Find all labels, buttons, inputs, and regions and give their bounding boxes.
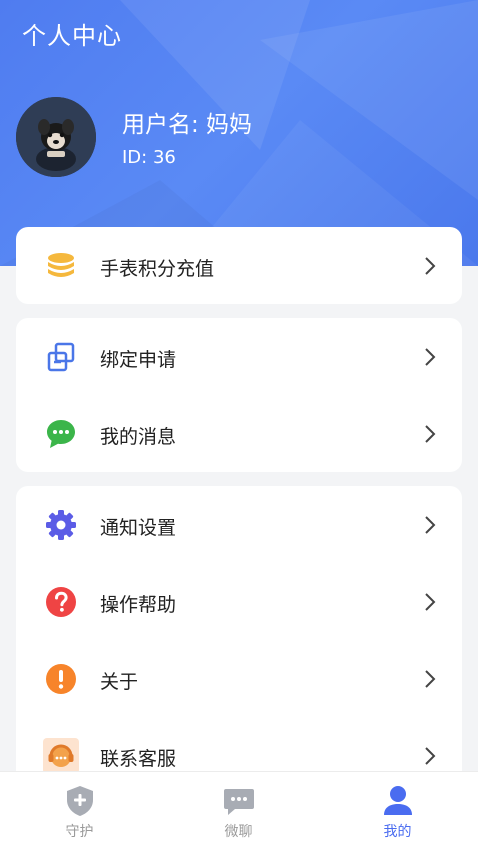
username: 用户名: 妈妈 xyxy=(122,112,253,138)
menu-item-label: 我的消息 xyxy=(100,426,177,448)
menu-item-label: 手表积分充值 xyxy=(100,258,215,280)
settings-card: 通知设置 操作帮助 关于 联系客服 xyxy=(16,486,462,786)
exclamation-icon xyxy=(46,664,76,694)
chevron-right-icon xyxy=(425,348,436,366)
recharge-card: 手表积分充值 xyxy=(16,227,462,304)
menu-item-label: 通知设置 xyxy=(100,517,177,539)
menu-item-about[interactable]: 关于 xyxy=(16,640,462,717)
menu-item-notify[interactable]: 通知设置 xyxy=(16,486,462,563)
chevron-right-icon xyxy=(425,257,436,275)
bottom-tab-bar: 守护 微聊 我的 xyxy=(0,771,478,850)
shield-plus-icon xyxy=(67,786,93,816)
tab-label: 我的 xyxy=(383,824,412,840)
chevron-right-icon xyxy=(425,516,436,534)
menu-item-recharge[interactable]: 手表积分充值 xyxy=(16,227,462,304)
tab-label: 微聊 xyxy=(224,824,253,840)
question-icon xyxy=(46,587,76,617)
page-title: 个人中心 xyxy=(22,22,122,50)
headset-icon xyxy=(43,738,79,774)
chat-bubble-icon xyxy=(47,420,75,448)
tab-chat[interactable]: 微聊 xyxy=(159,772,318,850)
coin-stack-icon xyxy=(48,253,74,277)
user-id: ID: 36 xyxy=(122,147,176,168)
tab-guard[interactable]: 守护 xyxy=(0,772,159,850)
dog-avatar-icon xyxy=(16,97,96,177)
chevron-right-icon xyxy=(425,593,436,611)
person-icon xyxy=(384,786,412,815)
menu-item-label: 绑定申请 xyxy=(100,349,177,371)
chevron-right-icon xyxy=(425,425,436,443)
gear-icon xyxy=(46,510,76,540)
tab-label: 守护 xyxy=(65,824,94,840)
menu-item-messages[interactable]: 我的消息 xyxy=(16,395,462,472)
chat-icon xyxy=(224,789,254,815)
link-squares-icon xyxy=(47,342,75,372)
menu-item-bind[interactable]: 绑定申请 xyxy=(16,318,462,395)
tab-mine[interactable]: 我的 xyxy=(318,772,477,850)
chevron-right-icon xyxy=(425,747,436,765)
menu-item-label: 联系客服 xyxy=(100,748,177,770)
menu-item-label: 关于 xyxy=(100,671,139,693)
avatar[interactable] xyxy=(16,97,96,177)
menu-item-help[interactable]: 操作帮助 xyxy=(16,563,462,640)
menu-item-label: 操作帮助 xyxy=(100,594,177,616)
chevron-right-icon xyxy=(425,670,436,688)
account-card: 绑定申请 我的消息 xyxy=(16,318,462,472)
